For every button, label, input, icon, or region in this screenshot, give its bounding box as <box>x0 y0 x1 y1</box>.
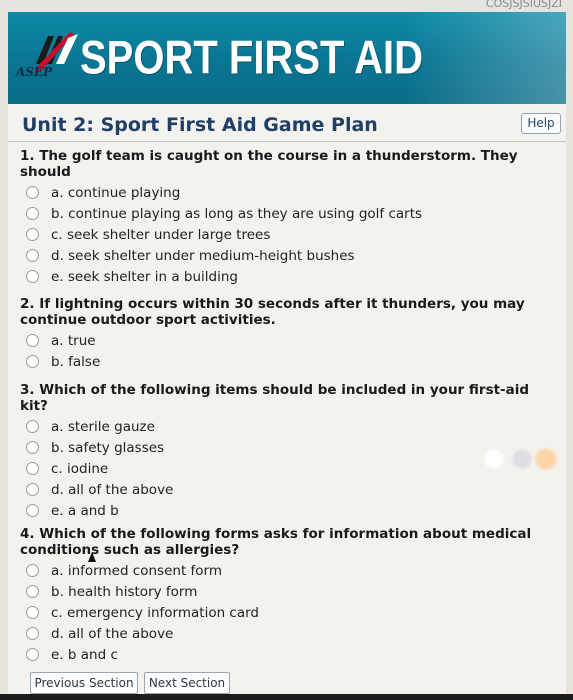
option-label: d. seek shelter under medium-height bush… <box>51 247 355 264</box>
help-button[interactable]: Help <box>521 113 561 134</box>
question-text-line: 4. Which of the following forms asks for… <box>20 526 532 542</box>
answer-option[interactable]: b. continue playing as long as they are … <box>26 203 540 224</box>
screen-glare <box>478 448 558 470</box>
question-text-line: conditions such as allergies? <box>20 542 240 558</box>
option-label: a. sterile gauze <box>51 418 155 435</box>
option-label: c. emergency information card <box>51 604 259 621</box>
radio-button[interactable] <box>26 606 39 619</box>
answer-option[interactable]: b. false <box>26 351 540 372</box>
option-label: b. health history form <box>51 583 198 600</box>
radio-button[interactable] <box>26 627 39 640</box>
question-text: 2. If lightning occurs within 30 seconds… <box>20 296 540 328</box>
answer-option[interactable]: d. all of the above <box>26 479 540 500</box>
answer-option[interactable]: e. a and b <box>26 500 540 521</box>
answer-option[interactable]: a. continue playing <box>26 182 540 203</box>
answer-option[interactable]: b. safety glasses <box>26 437 540 458</box>
answer-option[interactable]: d. seek shelter under medium-height bush… <box>26 245 540 266</box>
radio-button[interactable] <box>26 334 39 347</box>
question-text-line: should <box>20 164 71 180</box>
question-text-line: continue outdoor sport activities. <box>20 312 276 328</box>
answer-option[interactable]: c. seek shelter under large trees <box>26 224 540 245</box>
option-label: e. seek shelter in a building <box>51 268 238 285</box>
question-text: 4. Which of the following forms asks for… <box>20 526 540 558</box>
radio-button[interactable] <box>26 228 39 241</box>
question-3: 3. Which of the following items should b… <box>20 382 540 521</box>
question-text-line: kit? <box>20 398 48 414</box>
question-text: 3. Which of the following items should b… <box>20 382 540 414</box>
option-label: d. all of the above <box>51 625 174 642</box>
radio-button[interactable] <box>26 585 39 598</box>
radio-button[interactable] <box>26 186 39 199</box>
option-label: a. true <box>51 332 96 349</box>
answer-option[interactable]: b. health history form <box>26 581 540 602</box>
header-banner: ASEP SPORT FIRST AID <box>8 12 566 104</box>
option-label: b. false <box>51 353 101 370</box>
question-text-line: 1. The golf team is caught on the course… <box>20 148 518 164</box>
asep-logo-text: ASEP <box>16 65 53 79</box>
radio-button[interactable] <box>26 441 39 454</box>
radio-button[interactable] <box>26 648 39 661</box>
radio-button[interactable] <box>26 504 39 517</box>
answer-option[interactable]: a. sterile gauze <box>26 416 540 437</box>
option-label: d. all of the above <box>51 481 174 498</box>
radio-button[interactable] <box>26 462 39 475</box>
answer-option[interactable]: d. all of the above <box>26 623 540 644</box>
option-label: c. iodine <box>51 460 109 477</box>
app-screen: COSJSJSIUSJZI ASEP SPORT FIRST AID Unit … <box>8 0 566 700</box>
bottom-bezel <box>0 694 573 700</box>
radio-button[interactable] <box>26 420 39 433</box>
title-bar: Unit 2: Sport First Aid Game Plan Help <box>8 104 566 142</box>
option-label: a. informed consent form <box>51 562 222 579</box>
radio-button[interactable] <box>26 270 39 283</box>
option-label: b. safety glasses <box>51 439 165 456</box>
banner-shine <box>406 12 566 104</box>
question-4: 4. Which of the following forms asks for… <box>20 526 540 665</box>
answer-option[interactable]: c. iodine <box>26 458 540 479</box>
radio-button[interactable] <box>26 207 39 220</box>
top-strip: COSJSJSIUSJZI <box>8 0 566 12</box>
previous-section-button[interactable]: Previous Section <box>30 672 138 694</box>
quiz-content: 1. The golf team is caught on the course… <box>8 142 566 672</box>
option-label: b. continue playing as long as they are … <box>51 205 423 222</box>
option-label: c. seek shelter under large trees <box>51 226 271 243</box>
question-1: 1. The golf team is caught on the course… <box>20 148 540 287</box>
page-title: Unit 2: Sport First Aid Game Plan <box>22 114 378 136</box>
radio-button[interactable] <box>26 483 39 496</box>
answer-option[interactable]: c. emergency information card <box>26 602 540 623</box>
answer-option[interactable]: e. b and c <box>26 644 540 665</box>
question-text-line: 2. If lightning occurs within 30 seconds… <box>20 296 525 312</box>
top-code: COSJSJSIUSJZI <box>485 0 562 10</box>
answer-option[interactable]: a. informed consent form <box>26 560 540 581</box>
question-text-line: 3. Which of the following items should b… <box>20 382 530 398</box>
brand-title: SPORT FIRST AID <box>80 32 423 84</box>
radio-button[interactable] <box>26 249 39 262</box>
next-section-button[interactable]: Next Section <box>144 672 230 694</box>
radio-button[interactable] <box>26 564 39 577</box>
question-text: 1. The golf team is caught on the course… <box>20 148 540 180</box>
answer-option[interactable]: e. seek shelter in a building <box>26 266 540 287</box>
mouse-cursor-icon <box>88 552 96 562</box>
radio-button[interactable] <box>26 355 39 368</box>
option-label: a. continue playing <box>51 184 181 201</box>
answer-option[interactable]: a. true <box>26 330 540 351</box>
question-2: 2. If lightning occurs within 30 seconds… <box>20 296 540 372</box>
option-label: e. b and c <box>51 646 118 663</box>
option-label: e. a and b <box>51 502 119 519</box>
